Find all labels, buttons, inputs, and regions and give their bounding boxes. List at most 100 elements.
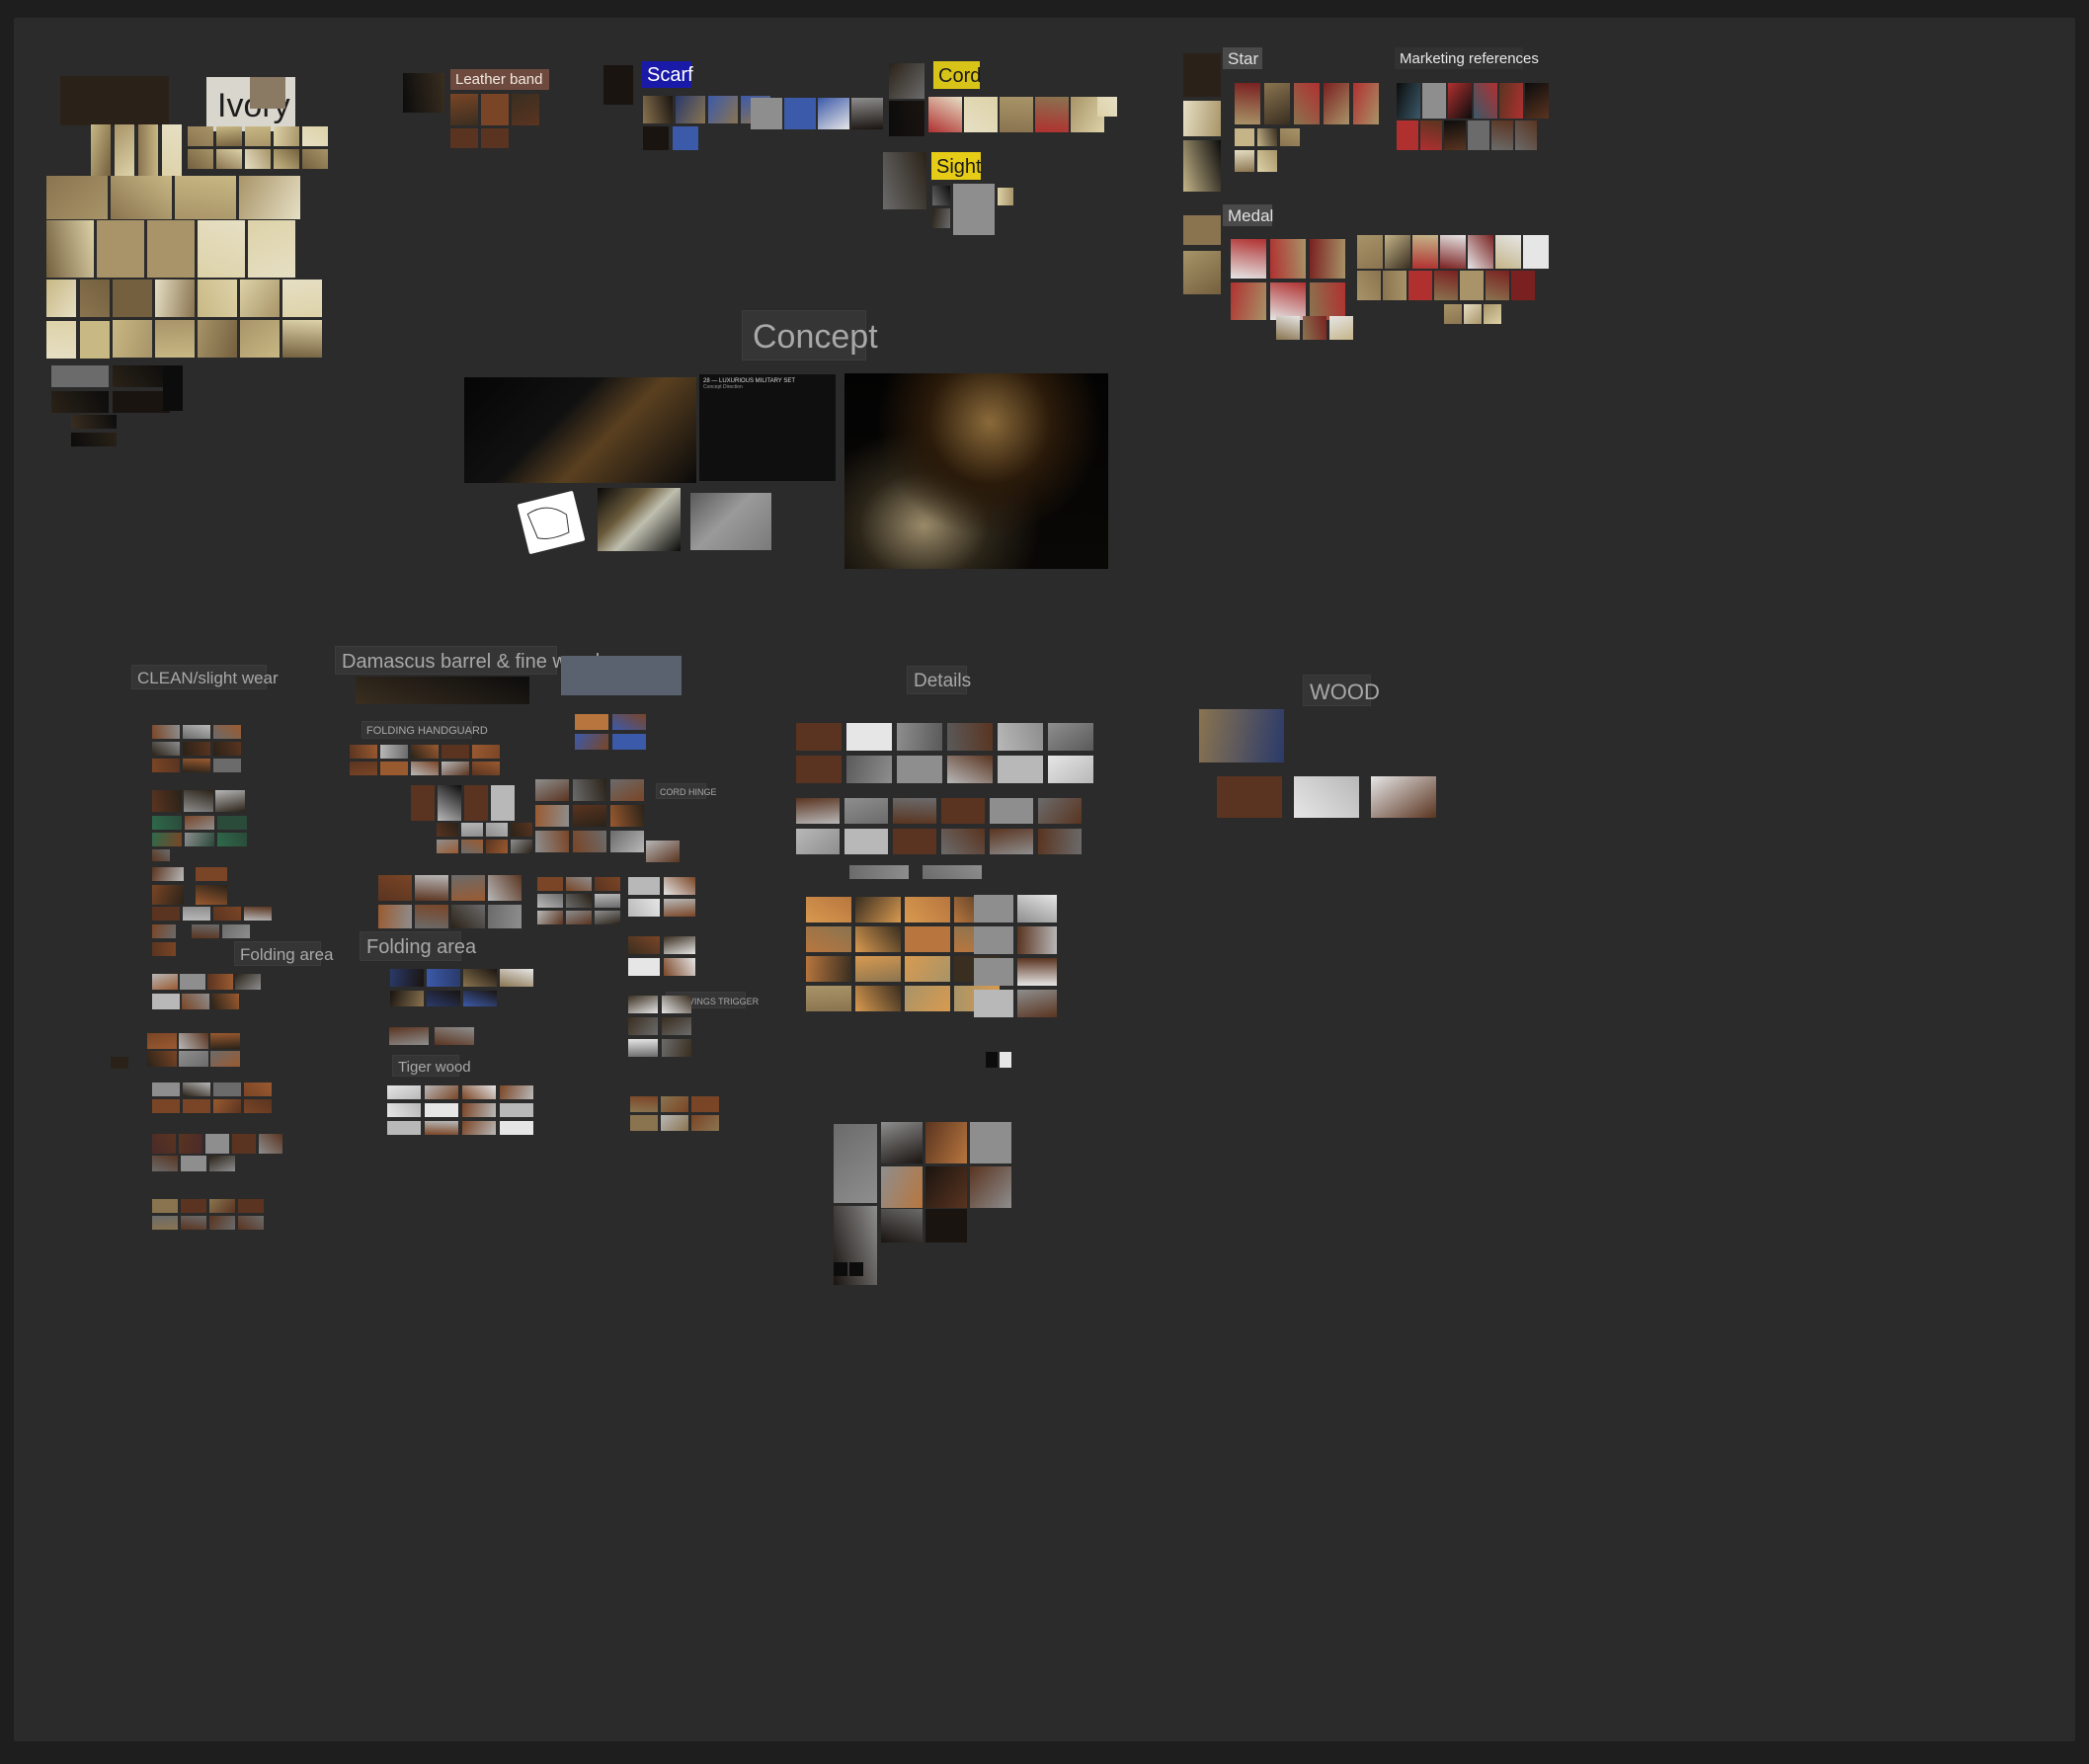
- damascus-thumbnail[interactable]: [462, 1085, 496, 1099]
- details-thumbnail[interactable]: [806, 897, 851, 922]
- clean-thumbnail[interactable]: [210, 1033, 240, 1049]
- damascus-thumbnail[interactable]: [561, 656, 682, 695]
- group-label-star[interactable]: Star: [1223, 47, 1262, 69]
- clean-thumbnail[interactable]: [152, 942, 176, 956]
- clean-thumbnail[interactable]: [152, 907, 180, 921]
- wood-thumbnail[interactable]: [1217, 776, 1282, 818]
- engraved-thumbnail[interactable]: [834, 1124, 877, 1203]
- medal-thumbnail[interactable]: [1523, 235, 1549, 269]
- damascus-thumbnail[interactable]: [628, 936, 660, 954]
- details-thumbnail[interactable]: [849, 865, 909, 879]
- clean-thumbnail[interactable]: [147, 1051, 177, 1067]
- leather-thumbnail[interactable]: [450, 128, 478, 148]
- medal-thumbnail[interactable]: [1484, 304, 1501, 324]
- damascus-thumbnail[interactable]: [350, 762, 377, 775]
- clean-thumbnail[interactable]: [184, 790, 213, 812]
- clean-thumbnail[interactable]: [232, 1134, 256, 1154]
- details-thumbnail[interactable]: [806, 956, 851, 982]
- ivory-thumbnail[interactable]: [80, 280, 110, 317]
- ivory-thumbnail[interactable]: [46, 176, 108, 219]
- damascus-thumbnail[interactable]: [462, 1103, 496, 1117]
- cord-thumbnail[interactable]: [1035, 97, 1069, 132]
- details-thumbnail[interactable]: [855, 956, 901, 982]
- damascus-thumbnail[interactable]: [387, 1121, 421, 1135]
- group-label-folding-handguard[interactable]: FOLDING HANDGUARD: [362, 721, 488, 739]
- clean-thumbnail[interactable]: [152, 833, 182, 846]
- sight-thumbnail[interactable]: [953, 184, 995, 235]
- details-thumbnail[interactable]: [897, 723, 942, 751]
- damascus-thumbnail[interactable]: [438, 785, 461, 821]
- details-thumbnail[interactable]: [998, 723, 1043, 751]
- scarf-thumbnail[interactable]: [643, 96, 673, 123]
- marketing-thumbnail[interactable]: [1397, 120, 1418, 150]
- damascus-thumbnail[interactable]: [612, 734, 646, 750]
- sight-thumbnail[interactable]: [998, 188, 1013, 205]
- group-label-folding-area-1[interactable]: Folding area: [234, 941, 334, 966]
- details-thumbnail[interactable]: [806, 926, 851, 952]
- ivory-thumbnail[interactable]: [46, 220, 94, 278]
- damascus-thumbnail[interactable]: [566, 877, 592, 891]
- concept-render-rifle-with-scarf[interactable]: [464, 377, 696, 483]
- engraved-thumbnail[interactable]: [881, 1209, 923, 1243]
- damascus-thumbnail[interactable]: [491, 785, 515, 821]
- damascus-thumbnail[interactable]: [461, 823, 483, 837]
- ivory-thumbnail[interactable]: [91, 124, 111, 176]
- ivory-thumbnail[interactable]: [113, 391, 170, 413]
- damascus-thumbnail[interactable]: [387, 1103, 421, 1117]
- damascus-thumbnail[interactable]: [628, 899, 660, 917]
- damascus-thumbnail[interactable]: [595, 894, 620, 908]
- star-thumbnail[interactable]: [1264, 83, 1290, 124]
- star-thumbnail[interactable]: [1257, 150, 1277, 172]
- damascus-thumbnail[interactable]: [537, 911, 563, 924]
- star-thumbnail[interactable]: [1324, 83, 1349, 124]
- damascus-thumbnail[interactable]: [610, 805, 644, 827]
- leather-thumbnail[interactable]: [481, 128, 509, 148]
- damascus-thumbnail[interactable]: [630, 1115, 658, 1131]
- clean-thumbnail[interactable]: [152, 1082, 180, 1096]
- damascus-thumbnail[interactable]: [415, 875, 448, 901]
- group-label-concept[interactable]: Concept: [742, 310, 878, 361]
- clean-thumbnail[interactable]: [183, 1099, 210, 1113]
- medal-thumbnail[interactable]: [1276, 316, 1300, 340]
- clean-thumbnail[interactable]: [213, 725, 241, 739]
- medal-thumbnail[interactable]: [1329, 316, 1353, 340]
- marketing-thumbnail[interactable]: [1397, 83, 1420, 119]
- scarf-thumbnail[interactable]: [751, 98, 782, 129]
- details-thumbnail[interactable]: [1038, 798, 1082, 824]
- details-thumbnail[interactable]: [1017, 895, 1057, 922]
- damascus-thumbnail[interactable]: [389, 1027, 429, 1045]
- marketing-thumbnail[interactable]: [1515, 120, 1537, 150]
- ivory-thumbnail[interactable]: [198, 220, 245, 278]
- scarf-thumbnail[interactable]: [851, 98, 883, 129]
- details-thumbnail[interactable]: [998, 756, 1043, 783]
- clean-thumbnail[interactable]: [111, 1057, 128, 1069]
- group-label-details[interactable]: Details: [907, 666, 971, 694]
- clean-thumbnail[interactable]: [179, 1134, 202, 1154]
- sight-thumbnail[interactable]: [883, 152, 926, 209]
- damascus-thumbnail[interactable]: [628, 1017, 658, 1035]
- medal-thumbnail[interactable]: [1434, 271, 1458, 300]
- damascus-thumbnail[interactable]: [664, 936, 695, 954]
- details-thumbnail[interactable]: [947, 723, 993, 751]
- clean-thumbnail[interactable]: [152, 1199, 178, 1213]
- medal-thumbnail[interactable]: [1270, 239, 1306, 279]
- damascus-thumbnail[interactable]: [612, 714, 646, 730]
- damascus-thumbnail[interactable]: [463, 991, 497, 1006]
- ivory-thumbnail[interactable]: [46, 321, 76, 359]
- damascus-thumbnail[interactable]: [390, 969, 424, 987]
- scarf-thumbnail[interactable]: [818, 98, 849, 129]
- marketing-thumbnail[interactable]: [1448, 83, 1472, 119]
- damascus-thumbnail[interactable]: [500, 969, 533, 987]
- clean-thumbnail[interactable]: [213, 907, 241, 921]
- star-thumbnail[interactable]: [1257, 128, 1277, 146]
- ivory-thumbnail[interactable]: [198, 320, 237, 358]
- ivory-thumbnail[interactable]: [147, 220, 195, 278]
- group-label-clean-slight-wear[interactable]: CLEAN/slight wear: [131, 665, 279, 689]
- concept-pencil-sketch[interactable]: [517, 490, 586, 555]
- ivory-thumbnail[interactable]: [97, 220, 144, 278]
- damascus-thumbnail[interactable]: [425, 1103, 458, 1117]
- ivory-thumbnail[interactable]: [60, 76, 169, 125]
- clean-thumbnail[interactable]: [213, 759, 241, 772]
- clean-thumbnail[interactable]: [210, 1051, 240, 1067]
- clean-thumbnail[interactable]: [235, 974, 261, 990]
